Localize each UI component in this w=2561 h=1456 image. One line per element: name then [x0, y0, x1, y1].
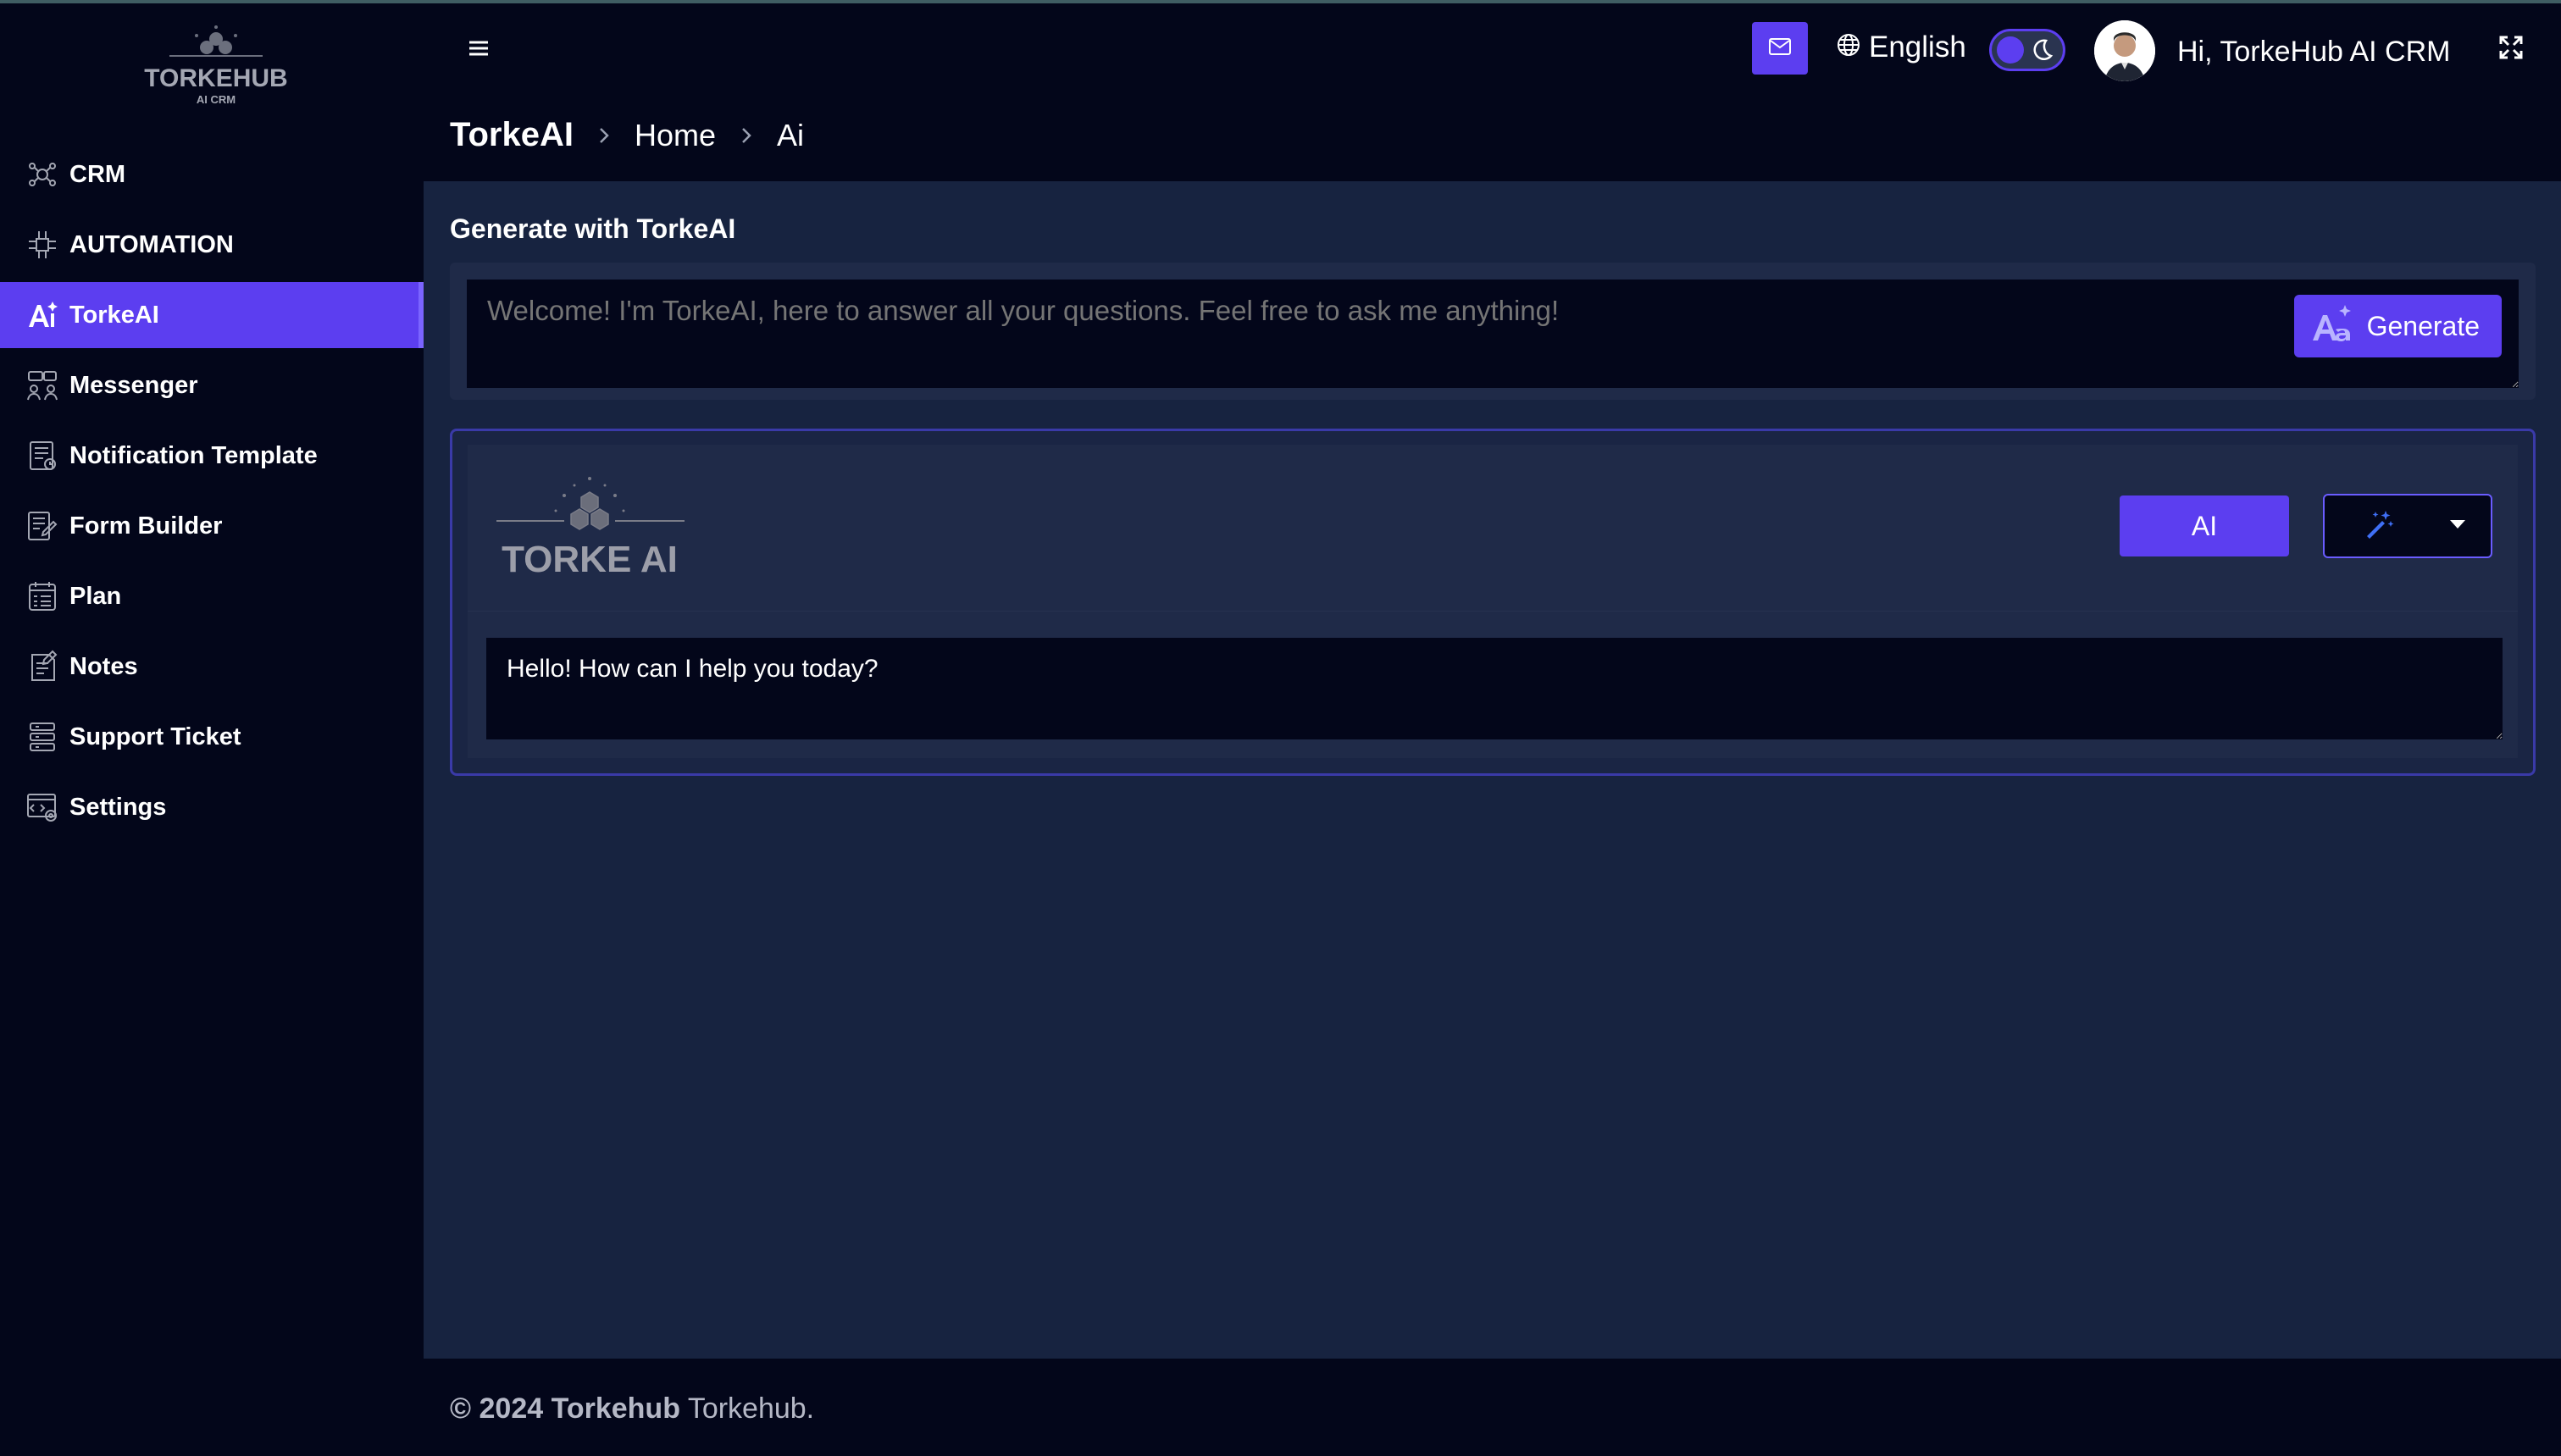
form-edit-icon: [25, 509, 59, 543]
sidebar-item-settings[interactable]: Settings: [0, 774, 424, 840]
sidebar-nav: CRM AUTOMATION TorkeAI Messenger Notific…: [0, 141, 425, 844]
circuit-icon: [25, 228, 59, 262]
toggle-knob: [1997, 36, 2024, 64]
sidebar-item-notification-template[interactable]: Notification Template: [0, 423, 424, 489]
magic-tools-dropdown[interactable]: [2323, 494, 2492, 558]
theme-toggle[interactable]: [1989, 29, 2065, 71]
ticket-icon: [25, 720, 59, 754]
sidebar: TORKEHUB AI CRM CRM AUTOMATION TorkeAI M…: [0, 3, 425, 1456]
language-selector[interactable]: English: [1837, 30, 1966, 64]
sidebar-item-automation[interactable]: AUTOMATION: [0, 212, 424, 278]
divider: [468, 611, 2518, 612]
breadcrumb: TorkeAI Home Ai: [450, 116, 804, 154]
sidebar-item-notes[interactable]: Notes: [0, 634, 424, 700]
sidebar-item-label: Messenger: [69, 371, 198, 399]
globe-icon: [1837, 30, 1860, 64]
sidebar-item-support-ticket[interactable]: Support Ticket: [0, 704, 424, 770]
generate-button[interactable]: Generate: [2293, 295, 2502, 357]
mail-button[interactable]: [1752, 22, 1808, 75]
avatar[interactable]: [2094, 20, 2155, 81]
sidebar-item-label: Support Ticket: [69, 722, 241, 750]
torke-ai-logo: TORKE AI: [496, 462, 691, 589]
chat-logo-text: TORKE AI: [502, 539, 678, 580]
plan-icon: [25, 579, 59, 613]
sidebar-item-label: CRM: [69, 160, 126, 188]
network-icon: [25, 158, 59, 191]
top-header: English Hi, TorkeHub AI CRM TorkeAI Home…: [424, 3, 2561, 181]
sidebar-item-label: TorkeAI: [69, 301, 159, 329]
copyright-year: © 2024: [450, 1392, 544, 1425]
sidebar-item-plan[interactable]: Plan: [0, 563, 424, 629]
sidebar-item-label: Notes: [69, 652, 138, 680]
sidebar-item-label: Settings: [69, 793, 167, 821]
chat-card: TORKE AI AI Hello! How can I help you to…: [450, 429, 2536, 776]
section-title: Generate with TorkeAI: [450, 213, 736, 244]
sidebar-item-messenger[interactable]: Messenger: [0, 352, 424, 418]
page-title: TorkeAI: [450, 116, 574, 153]
logo-subtext: AI CRM: [197, 93, 236, 106]
footer-copyright: © 2024 Torkehub Torkehub.: [450, 1392, 814, 1426]
sidebar-item-label: AUTOMATION: [69, 230, 234, 258]
generate-label: Generate: [2366, 310, 2480, 341]
ai-response-box[interactable]: Hello! How can I help you today?: [486, 638, 2503, 739]
prompt-input[interactable]: [467, 280, 2519, 388]
ai-button[interactable]: AI: [2120, 495, 2289, 556]
ai-sparkle-text-icon: [2311, 303, 2357, 349]
footer-suffix: Torkehub.: [687, 1392, 815, 1425]
breadcrumb-current: Ai: [777, 117, 805, 152]
mail-icon: [1769, 37, 1791, 59]
sidebar-item-crm[interactable]: CRM: [0, 141, 424, 208]
sidebar-item-label: Notification Template: [69, 441, 318, 469]
magic-wand-icon: [2364, 509, 2394, 544]
brand-logo[interactable]: TORKEHUB AI CRM: [144, 20, 288, 113]
chevron-right-icon: [597, 118, 611, 153]
notes-icon: [25, 650, 59, 684]
fullscreen-icon[interactable]: [2497, 34, 2525, 65]
caret-down-icon: [2448, 518, 2467, 534]
logo-text: TORKEHUB: [144, 64, 287, 92]
chat-panel: TORKE AI AI Hello! How can I help you to…: [468, 445, 2518, 758]
user-greeting[interactable]: Hi, TorkeHub AI CRM: [2177, 36, 2450, 69]
language-label: English: [1869, 30, 1966, 64]
people-chat-icon: [25, 368, 59, 402]
template-icon: [25, 439, 59, 473]
moon-icon: [2029, 37, 2054, 67]
sidebar-item-label: Plan: [69, 582, 122, 610]
prompt-card: Generate: [450, 263, 2536, 400]
ai-text-icon: [25, 298, 59, 332]
sidebar-item-form-builder[interactable]: Form Builder: [0, 493, 424, 559]
sidebar-item-torkeai[interactable]: TorkeAI: [0, 282, 425, 348]
sidebar-item-label: Form Builder: [69, 512, 223, 540]
footer: © 2024 Torkehub Torkehub.: [424, 1359, 2561, 1456]
settings-code-icon: [25, 790, 59, 824]
menu-toggle-icon[interactable]: [466, 36, 491, 61]
breadcrumb-home-link[interactable]: Home: [635, 118, 716, 153]
main-content: Generate with TorkeAI Generate: [424, 181, 2561, 1359]
footer-brand-link[interactable]: Torkehub: [552, 1392, 680, 1425]
chevron-right-icon: [740, 118, 753, 153]
